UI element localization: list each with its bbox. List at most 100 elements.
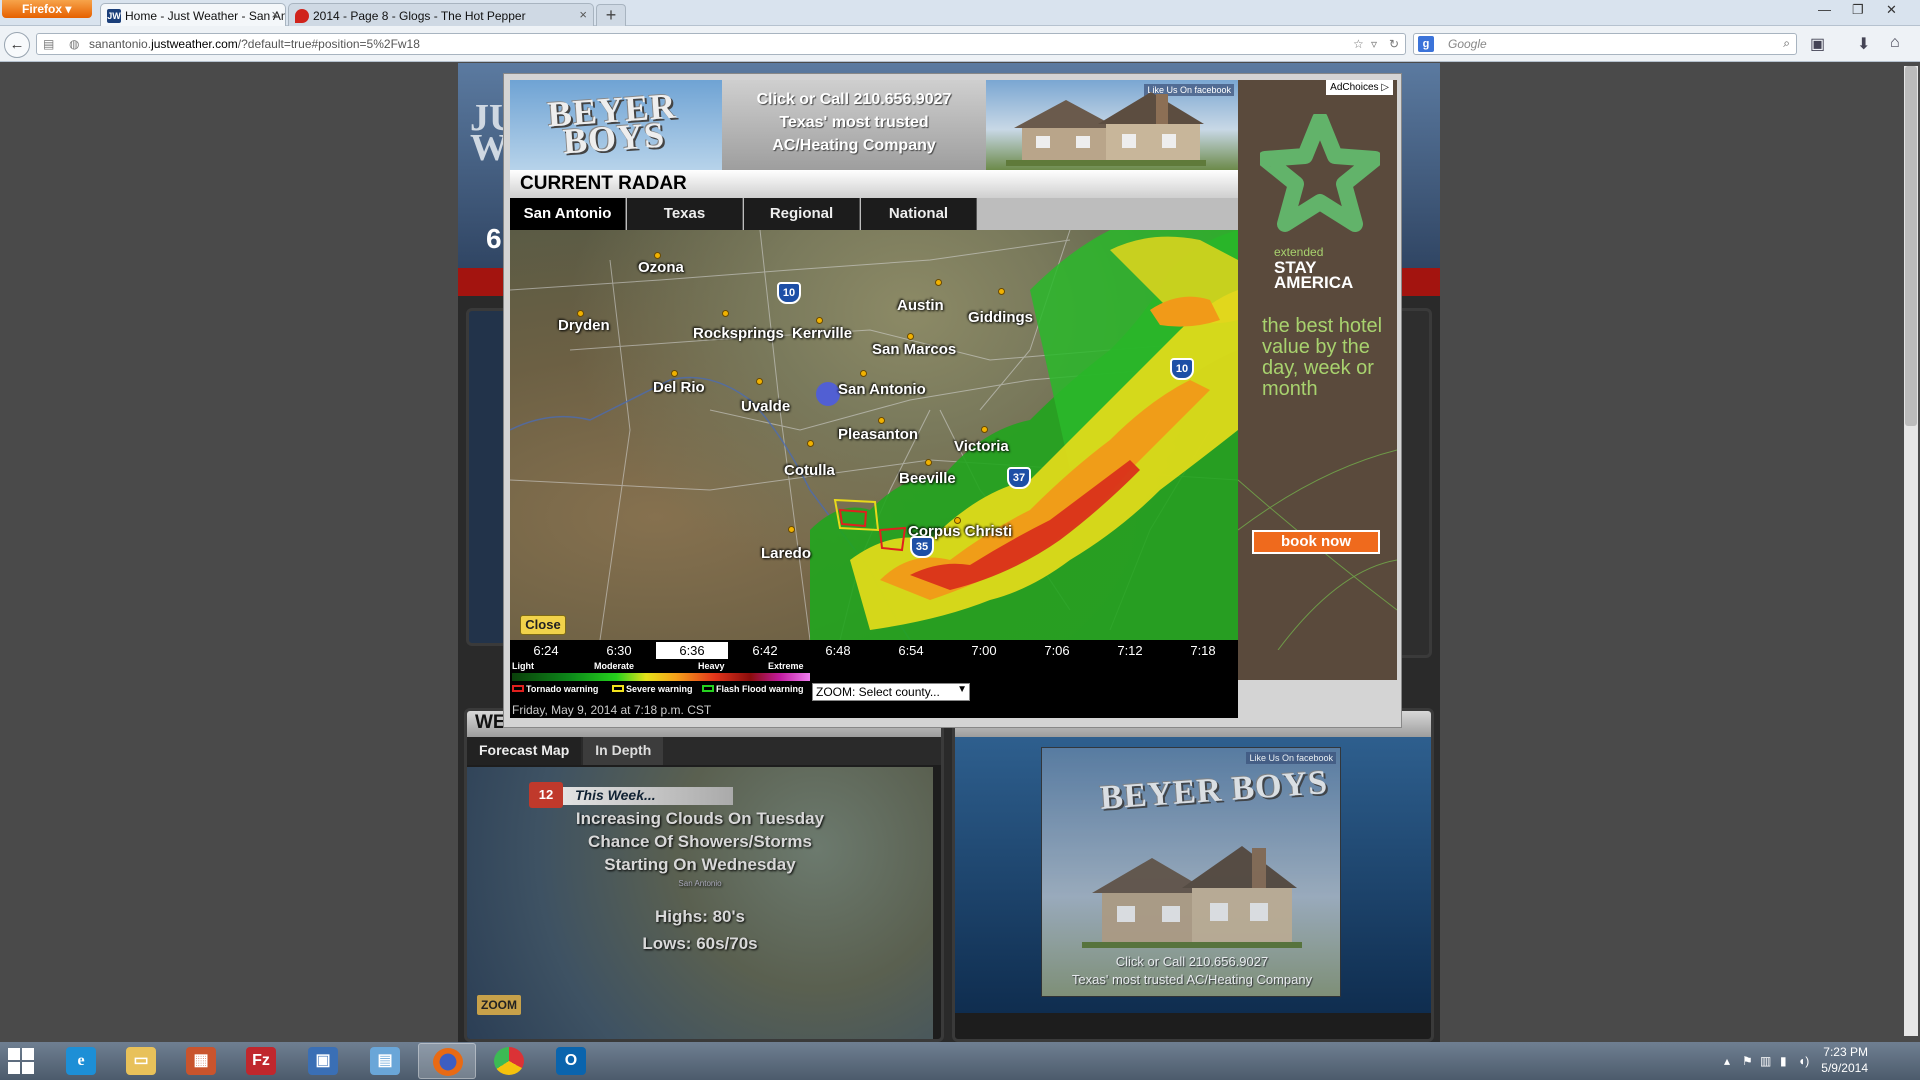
weather-outlook-panel: WEATHER OUTLOOK Forecast MapIn Depth Thi… xyxy=(464,708,944,1042)
time-step[interactable]: 6:24 xyxy=(510,642,582,659)
extended-stay-star-logo xyxy=(1260,114,1380,232)
city-marker xyxy=(788,526,795,533)
firefox-menu-button[interactable]: Firefox ▾ xyxy=(2,0,92,18)
time-step[interactable]: 6:48 xyxy=(802,642,874,659)
volume-icon[interactable]: ◖) xyxy=(1798,1054,1809,1068)
taskbar-remote-desktop[interactable]: ▣ xyxy=(294,1043,352,1079)
filezilla-icon: Fz xyxy=(246,1047,276,1075)
ad-tagline-1: Texas' most trusted xyxy=(779,114,929,131)
interstate-shield: 10 xyxy=(1170,358,1194,380)
facebook-badge[interactable]: Like Us On facebook xyxy=(1246,752,1336,764)
url-subdomain: sanantonio. xyxy=(89,37,152,51)
back-button[interactable]: ← xyxy=(4,32,30,58)
windows-start-icon[interactable] xyxy=(8,1048,34,1074)
taskbar-package-app[interactable]: ▦ xyxy=(172,1043,230,1079)
forecast-lows: Lows: 60s/70s xyxy=(642,934,758,953)
radar-modal: BEYER BOYS Click or Call 210.656.9027 Te… xyxy=(503,73,1402,728)
beyer-boys-ad[interactable]: BEYER BOYS Like Us On facebook Click or … xyxy=(1041,747,1341,997)
bookmark-star-icon[interactable]: ☆ xyxy=(1353,37,1364,51)
tab-just-weather[interactable]: JW Home - Just Weather - San Antonio L..… xyxy=(100,3,286,26)
url-field[interactable]: ▤ ◍ sanantonio.justweather.com/?default=… xyxy=(36,33,1406,55)
adchoices-badge[interactable]: AdChoices ▷ xyxy=(1326,80,1393,95)
time-step[interactable]: 7:00 xyxy=(948,642,1020,659)
severe-warning-swatch xyxy=(612,685,624,692)
network-folder-icon: ▤ xyxy=(370,1047,400,1075)
flash-flood-swatch xyxy=(702,685,714,692)
tornado-warning-label: Tornado warning xyxy=(526,684,599,694)
folder-icon: ▭ xyxy=(126,1047,156,1075)
top-banner-ad[interactable]: BEYER BOYS Click or Call 210.656.9027 Te… xyxy=(510,80,1238,170)
taskbar-outlook[interactable]: O xyxy=(542,1043,600,1079)
minimize-icon[interactable]: — xyxy=(1818,2,1831,17)
time-step[interactable]: 7:18 xyxy=(1167,642,1239,659)
legend-tornado-warning: Tornado warning xyxy=(512,684,598,694)
taskbar-firefox[interactable] xyxy=(418,1043,476,1079)
tab-hot-pepper[interactable]: 2014 - Page 8 - Glogs - The Hot Pepper × xyxy=(288,3,594,26)
restore-icon[interactable]: ❐ xyxy=(1852,2,1864,18)
time-step[interactable]: 7:06 xyxy=(1021,642,1093,659)
bookmarks-icon[interactable]: ▣ xyxy=(1810,34,1825,54)
city-beeville: Beeville xyxy=(899,470,956,487)
interstate-shield: 10 xyxy=(777,282,801,304)
clock-time[interactable]: 7:23 PM xyxy=(1823,1045,1868,1059)
time-step-active[interactable]: 6:36 xyxy=(656,642,728,659)
justweather-favicon-icon: JW xyxy=(107,9,121,23)
forecast-zoom-button[interactable]: ZOOM xyxy=(477,995,521,1015)
tab-san-antonio[interactable]: San Antonio xyxy=(510,198,626,230)
taskbar-file-explorer[interactable]: ▭ xyxy=(112,1043,170,1079)
extended-stay-ad[interactable]: AdChoices ▷ extended STAY AMERICA the be… xyxy=(1238,80,1397,680)
city-marker xyxy=(878,417,885,424)
radar-map[interactable]: Ozona Austin Giddings Dryden Rocksprings… xyxy=(510,230,1238,640)
firefox-icon xyxy=(433,1048,463,1076)
clock-date[interactable]: 5/9/2014 xyxy=(1821,1061,1868,1075)
reload-icon[interactable]: ↻ xyxy=(1389,37,1399,51)
ad-tagline: Texas' most trusted AC/Heating Company xyxy=(1071,972,1313,987)
taskbar-chrome[interactable] xyxy=(480,1043,538,1079)
close-button[interactable]: Close xyxy=(520,615,566,635)
tab-forecast-map[interactable]: Forecast Map xyxy=(467,737,582,765)
google-icon[interactable]: g xyxy=(1418,36,1434,52)
tab-national[interactable]: National xyxy=(861,198,977,230)
show-hidden-icons[interactable]: ▴ xyxy=(1724,1054,1730,1068)
taskbar-network-folder[interactable]: ▤ xyxy=(356,1043,414,1079)
time-step[interactable]: 6:30 xyxy=(583,642,655,659)
dropdown-icon[interactable]: ▿ xyxy=(1371,37,1377,51)
download-icon[interactable]: ⬇ xyxy=(1857,34,1870,54)
new-tab-button[interactable]: + xyxy=(596,4,626,26)
city-laredo: Laredo xyxy=(761,545,812,562)
page-content: JU W 6 WEATHER OUTLOOK Forecast MapIn De… xyxy=(0,63,1920,1042)
package-icon: ▦ xyxy=(186,1047,216,1075)
signal-icon[interactable]: ▮ xyxy=(1780,1054,1787,1068)
severe-warning-label: Severe warning xyxy=(626,684,693,694)
city-marker xyxy=(860,370,867,377)
remote-desktop-icon: ▣ xyxy=(308,1047,338,1075)
close-tab-icon[interactable]: × xyxy=(271,7,279,22)
house-image xyxy=(1006,92,1206,166)
internet-explorer-icon: e xyxy=(66,1047,96,1075)
home-icon[interactable]: ⌂ xyxy=(1890,34,1900,52)
adchoices-label: AdChoices xyxy=(1330,82,1379,93)
taskbar-internet-explorer[interactable]: e xyxy=(52,1043,110,1079)
tab-texas[interactable]: Texas xyxy=(627,198,743,230)
network-icon[interactable]: ▥ xyxy=(1760,1054,1771,1068)
close-tab-icon[interactable]: × xyxy=(579,7,587,22)
book-now-button[interactable]: book now xyxy=(1252,530,1380,554)
scrollbar-thumb[interactable] xyxy=(1905,66,1917,426)
search-icon[interactable]: ⌕ xyxy=(1783,36,1790,51)
tab-in-depth[interactable]: In Depth xyxy=(583,737,664,765)
time-step[interactable]: 6:54 xyxy=(875,642,947,659)
time-step[interactable]: 6:42 xyxy=(729,642,801,659)
page-scrollbar[interactable] xyxy=(1904,66,1918,1036)
search-field[interactable]: g Google ⌕ xyxy=(1413,33,1797,55)
flag-icon[interactable]: ⚑ xyxy=(1742,1054,1753,1068)
close-window-icon[interactable]: ✕ xyxy=(1886,2,1897,18)
zoom-county-select[interactable]: ZOOM: Select county... ▼ xyxy=(812,683,970,701)
taskbar-filezilla[interactable]: Fz xyxy=(232,1043,290,1079)
time-step[interactable]: 7:12 xyxy=(1094,642,1166,659)
city-marker xyxy=(671,370,678,377)
legend-light: Light xyxy=(512,661,534,671)
chevron-down-icon: ▼ xyxy=(957,684,967,695)
radar-tabs: San Antonio Texas Regional National xyxy=(510,198,1238,230)
tab-regional[interactable]: Regional xyxy=(744,198,860,230)
legend-heavy: Heavy xyxy=(698,661,725,671)
